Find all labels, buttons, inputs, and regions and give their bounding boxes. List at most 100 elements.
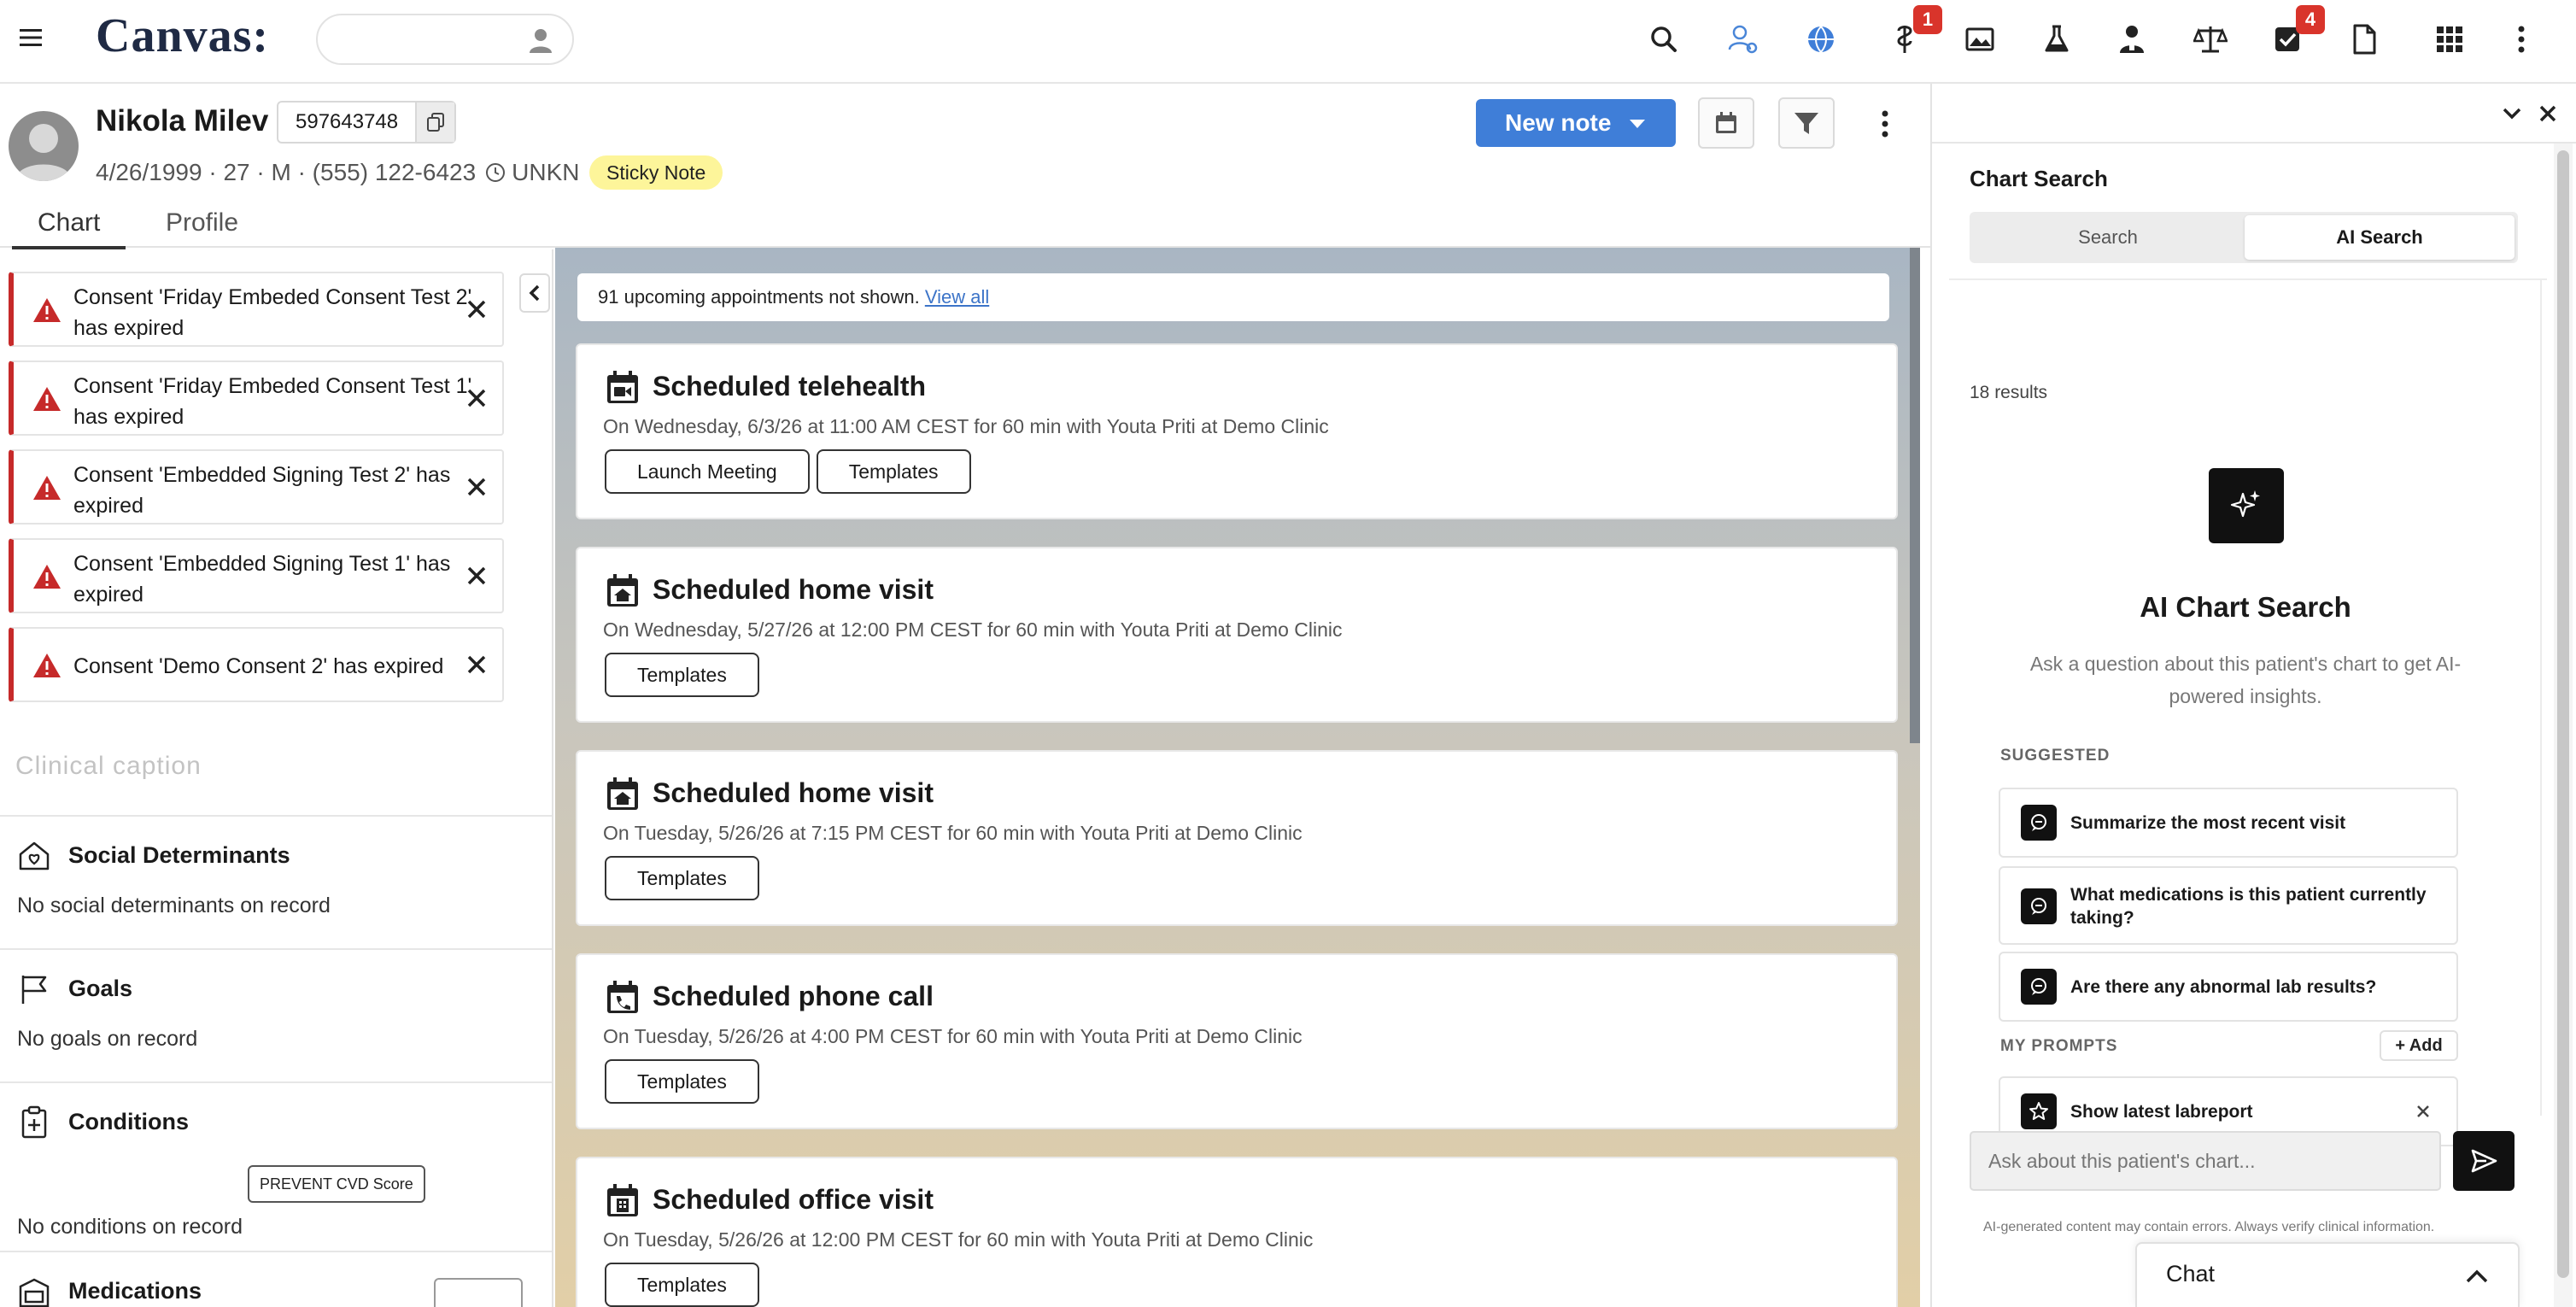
- section-title: Goals: [68, 976, 133, 1001]
- send-button[interactable]: [2453, 1131, 2515, 1191]
- medications-section[interactable]: Medications: [0, 1251, 552, 1307]
- chart-timeline[interactable]: 91 upcoming appointments not shown. View…: [555, 248, 1920, 1307]
- consent-alert[interactable]: Consent 'Friday Embeded Consent Test 2' …: [9, 272, 504, 347]
- templates-button[interactable]: Templates: [816, 449, 971, 494]
- tab-ai-search[interactable]: AI Search: [2245, 215, 2515, 260]
- copy-mrn-button[interactable]: [415, 103, 455, 142]
- patient-name[interactable]: Nikola Milev: [96, 104, 268, 138]
- mrn-box: 597643748: [277, 101, 457, 144]
- house-heart-icon: [17, 839, 51, 873]
- canvas-logo[interactable]: Canvas:: [96, 9, 269, 63]
- panel-scrollbar-thumb[interactable]: [2557, 150, 2569, 1278]
- new-note-label: New note: [1505, 109, 1612, 136]
- tab-profile[interactable]: Profile: [166, 208, 238, 248]
- apps-grid-icon[interactable]: [2433, 22, 2467, 56]
- add-prompt-button[interactable]: + Add: [2380, 1030, 2458, 1061]
- dismiss-alert-icon[interactable]: [466, 654, 487, 675]
- suggested-prompt[interactable]: Are there any abnormal lab results?: [1999, 952, 2458, 1022]
- patient-connect-icon[interactable]: [1725, 22, 1759, 56]
- templates-button[interactable]: Templates: [605, 1059, 759, 1104]
- imaging-icon[interactable]: [1963, 22, 1997, 56]
- ai-disclaimer: AI-generated content may contain errors.…: [1983, 1220, 2435, 1234]
- tasks-checkbox-icon[interactable]: 4: [2270, 5, 2325, 56]
- dismiss-alert-icon[interactable]: [466, 477, 487, 497]
- consent-alert[interactable]: Consent 'Embedded Signing Test 1' has ex…: [9, 538, 504, 613]
- chart-search-panel: Chart Search Search AI Search 18 results…: [1930, 84, 2576, 1307]
- filter-button[interactable]: [1778, 97, 1835, 149]
- calendar-button[interactable]: [1698, 97, 1754, 149]
- new-note-button[interactable]: New note: [1476, 99, 1676, 147]
- hamburger-menu-icon[interactable]: [17, 24, 44, 51]
- medications-action-button[interactable]: [434, 1278, 523, 1307]
- search-icon[interactable]: [1647, 22, 1681, 56]
- empty-state-text: No goals on record: [17, 1027, 198, 1051]
- dismiss-alert-icon[interactable]: [466, 388, 487, 408]
- tab-chart[interactable]: Chart: [11, 208, 126, 249]
- warning-icon: [32, 653, 61, 678]
- chart-search-tabs: Search AI Search: [1970, 212, 2518, 263]
- upcoming-text: 91 upcoming appointments not shown.: [598, 286, 925, 308]
- patient-more-options-icon[interactable]: [1871, 108, 1900, 140]
- top-navigation-bar: Canvas: 1 4: [0, 0, 2576, 84]
- patient-search-input[interactable]: [316, 14, 574, 65]
- suggested-prompt[interactable]: Summarize the most recent visit: [1999, 788, 2458, 858]
- timezone-label: UNKN: [512, 159, 580, 185]
- chevron-up-icon[interactable]: [2465, 1266, 2489, 1286]
- flag-icon: [17, 972, 51, 1006]
- calendar-office-icon: [605, 1182, 641, 1218]
- collapse-sidebar-button[interactable]: [519, 273, 550, 313]
- clinical-caption[interactable]: Clinical caption: [15, 752, 202, 781]
- social-determinants-section[interactable]: Social Determinants No social determinan…: [0, 815, 552, 948]
- close-icon[interactable]: [2537, 103, 2559, 125]
- tab-search[interactable]: Search: [1973, 215, 2243, 260]
- appointment-card[interactable]: Scheduled phone call On Tuesday, 5/26/26…: [576, 953, 1898, 1129]
- consent-alert[interactable]: Consent 'Embedded Signing Test 2' has ex…: [9, 449, 504, 525]
- delete-prompt-icon[interactable]: [2415, 1104, 2431, 1119]
- chat-label: Chat: [2166, 1261, 2216, 1286]
- kebab-menu-icon[interactable]: [2504, 22, 2538, 56]
- appointment-card[interactable]: Scheduled home visit On Tuesday, 5/26/26…: [576, 750, 1898, 926]
- empty-state-text: No conditions on record: [17, 1215, 243, 1239]
- lab-flask-icon[interactable]: [2040, 22, 2074, 56]
- view-all-link[interactable]: View all: [925, 286, 989, 308]
- scales-icon[interactable]: [2193, 22, 2228, 56]
- globe-phone-icon[interactable]: [1804, 22, 1838, 56]
- person-icon: [526, 26, 555, 55]
- appointment-card[interactable]: Scheduled home visit On Wednesday, 5/27/…: [576, 547, 1898, 723]
- left-sidebar: Consent 'Friday Embeded Consent Test 2' …: [0, 249, 553, 1307]
- prescribe-icon[interactable]: 1: [1888, 5, 1942, 56]
- prevent-cvd-score-button[interactable]: PREVENT CVD Score: [248, 1165, 425, 1203]
- document-icon[interactable]: [2347, 22, 2381, 56]
- calendar-video-icon: [605, 369, 641, 405]
- appointment-card[interactable]: Scheduled telehealth On Wednesday, 6/3/2…: [576, 343, 1898, 519]
- appointment-card[interactable]: Scheduled office visit On Tuesday, 5/26/…: [576, 1157, 1898, 1307]
- patient-tabs: Chart Profile: [0, 208, 1930, 249]
- ask-chart-input[interactable]: [1970, 1131, 2441, 1191]
- pharmacy-icon: [17, 1275, 51, 1307]
- chat-widget[interactable]: Chat: [2135, 1242, 2520, 1307]
- timeline-scrollbar[interactable]: [1910, 248, 1920, 743]
- dismiss-alert-icon[interactable]: [466, 566, 487, 586]
- sticky-note-badge[interactable]: Sticky Note: [589, 155, 723, 190]
- templates-button[interactable]: Templates: [605, 653, 759, 697]
- goals-section[interactable]: Goals No goals on record: [0, 948, 552, 1081]
- suggested-prompt[interactable]: What medications is this patient current…: [1999, 866, 2458, 945]
- consent-alert[interactable]: Consent 'Demo Consent 2' has expired: [9, 627, 504, 702]
- provider-icon[interactable]: [2115, 22, 2149, 56]
- alert-message: Consent 'Friday Embeded Consent Test 2' …: [73, 285, 472, 340]
- consent-alert[interactable]: Consent 'Friday Embeded Consent Test 1' …: [9, 360, 504, 436]
- chevron-down-icon[interactable]: [2501, 103, 2523, 125]
- chart-search-title: Chart Search: [1970, 166, 2108, 191]
- templates-button[interactable]: Templates: [605, 856, 759, 900]
- launch-meeting-button[interactable]: Launch Meeting: [605, 449, 810, 494]
- calendar-home-icon: [605, 776, 641, 812]
- chat-bubble-icon: [2021, 969, 2057, 1005]
- empty-state-text: No social determinants on record: [17, 894, 331, 917]
- ai-chart-search-heading: AI Chart Search: [2140, 591, 2351, 623]
- dismiss-alert-icon[interactable]: [466, 299, 487, 319]
- caret-down-icon[interactable]: [1630, 120, 1645, 128]
- conditions-section[interactable]: Conditions PREVENT CVD Score No conditio…: [0, 1081, 552, 1251]
- templates-button[interactable]: Templates: [605, 1263, 759, 1307]
- chat-bubble-icon: [2021, 805, 2057, 841]
- tasks-badge: 4: [2296, 5, 2325, 34]
